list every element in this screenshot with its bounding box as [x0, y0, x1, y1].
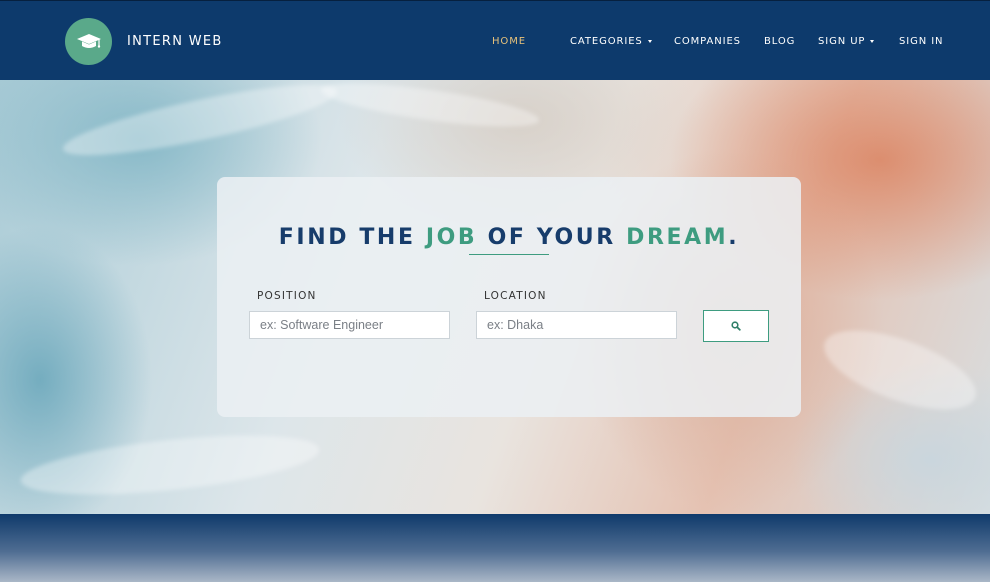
nav-blog[interactable]: BLOG	[764, 36, 795, 47]
position-input[interactable]	[249, 311, 450, 339]
caret-down-icon	[870, 40, 875, 43]
hero-headline: FIND THE JOB OF YOUR DREAM.	[217, 225, 801, 250]
headline-text: FIND THE	[278, 224, 426, 250]
paint-stroke	[318, 80, 542, 136]
job-search-card: FIND THE JOB OF YOUR DREAM. POSITION LOC…	[217, 177, 801, 417]
caret-down-icon	[647, 40, 652, 43]
paint-stroke	[814, 314, 986, 426]
paint-stroke	[58, 80, 342, 169]
nav-home[interactable]: HOME	[492, 36, 526, 47]
headline-accent-dream: DREAM	[626, 224, 729, 250]
nav-categories-label: CATEGORIES	[570, 36, 643, 47]
search-button[interactable]	[703, 310, 769, 342]
hero-section: FIND THE JOB OF YOUR DREAM. POSITION LOC…	[0, 80, 990, 514]
nav-sign-in-label: SIGN IN	[899, 36, 944, 47]
nav-home-label: HOME	[492, 36, 526, 47]
paint-stroke	[18, 424, 322, 506]
location-input[interactable]	[476, 311, 677, 339]
headline-divider	[469, 254, 549, 255]
headline-text: OF YOUR	[477, 224, 627, 250]
position-label: POSITION	[257, 290, 317, 302]
headline-accent-job: JOB	[425, 224, 478, 250]
search-icon	[731, 319, 741, 334]
location-label: LOCATION	[484, 290, 547, 302]
main-nav: HOME CATEGORIES COMPANIES BLOG SIGN UP S…	[0, 36, 990, 52]
nav-categories[interactable]: CATEGORIES	[570, 36, 652, 47]
nav-companies-label: COMPANIES	[674, 36, 741, 47]
nav-sign-up-label: SIGN UP	[818, 36, 866, 47]
nav-sign-up[interactable]: SIGN UP	[818, 36, 875, 47]
top-navbar: INTERN WEB HOME CATEGORIES COMPANIES BLO…	[0, 0, 990, 81]
headline-period: .	[728, 224, 740, 250]
nav-blog-label: BLOG	[764, 36, 796, 47]
section-gradient-band	[0, 514, 990, 582]
nav-companies[interactable]: COMPANIES	[674, 36, 741, 47]
nav-sign-in[interactable]: SIGN IN	[899, 36, 943, 47]
